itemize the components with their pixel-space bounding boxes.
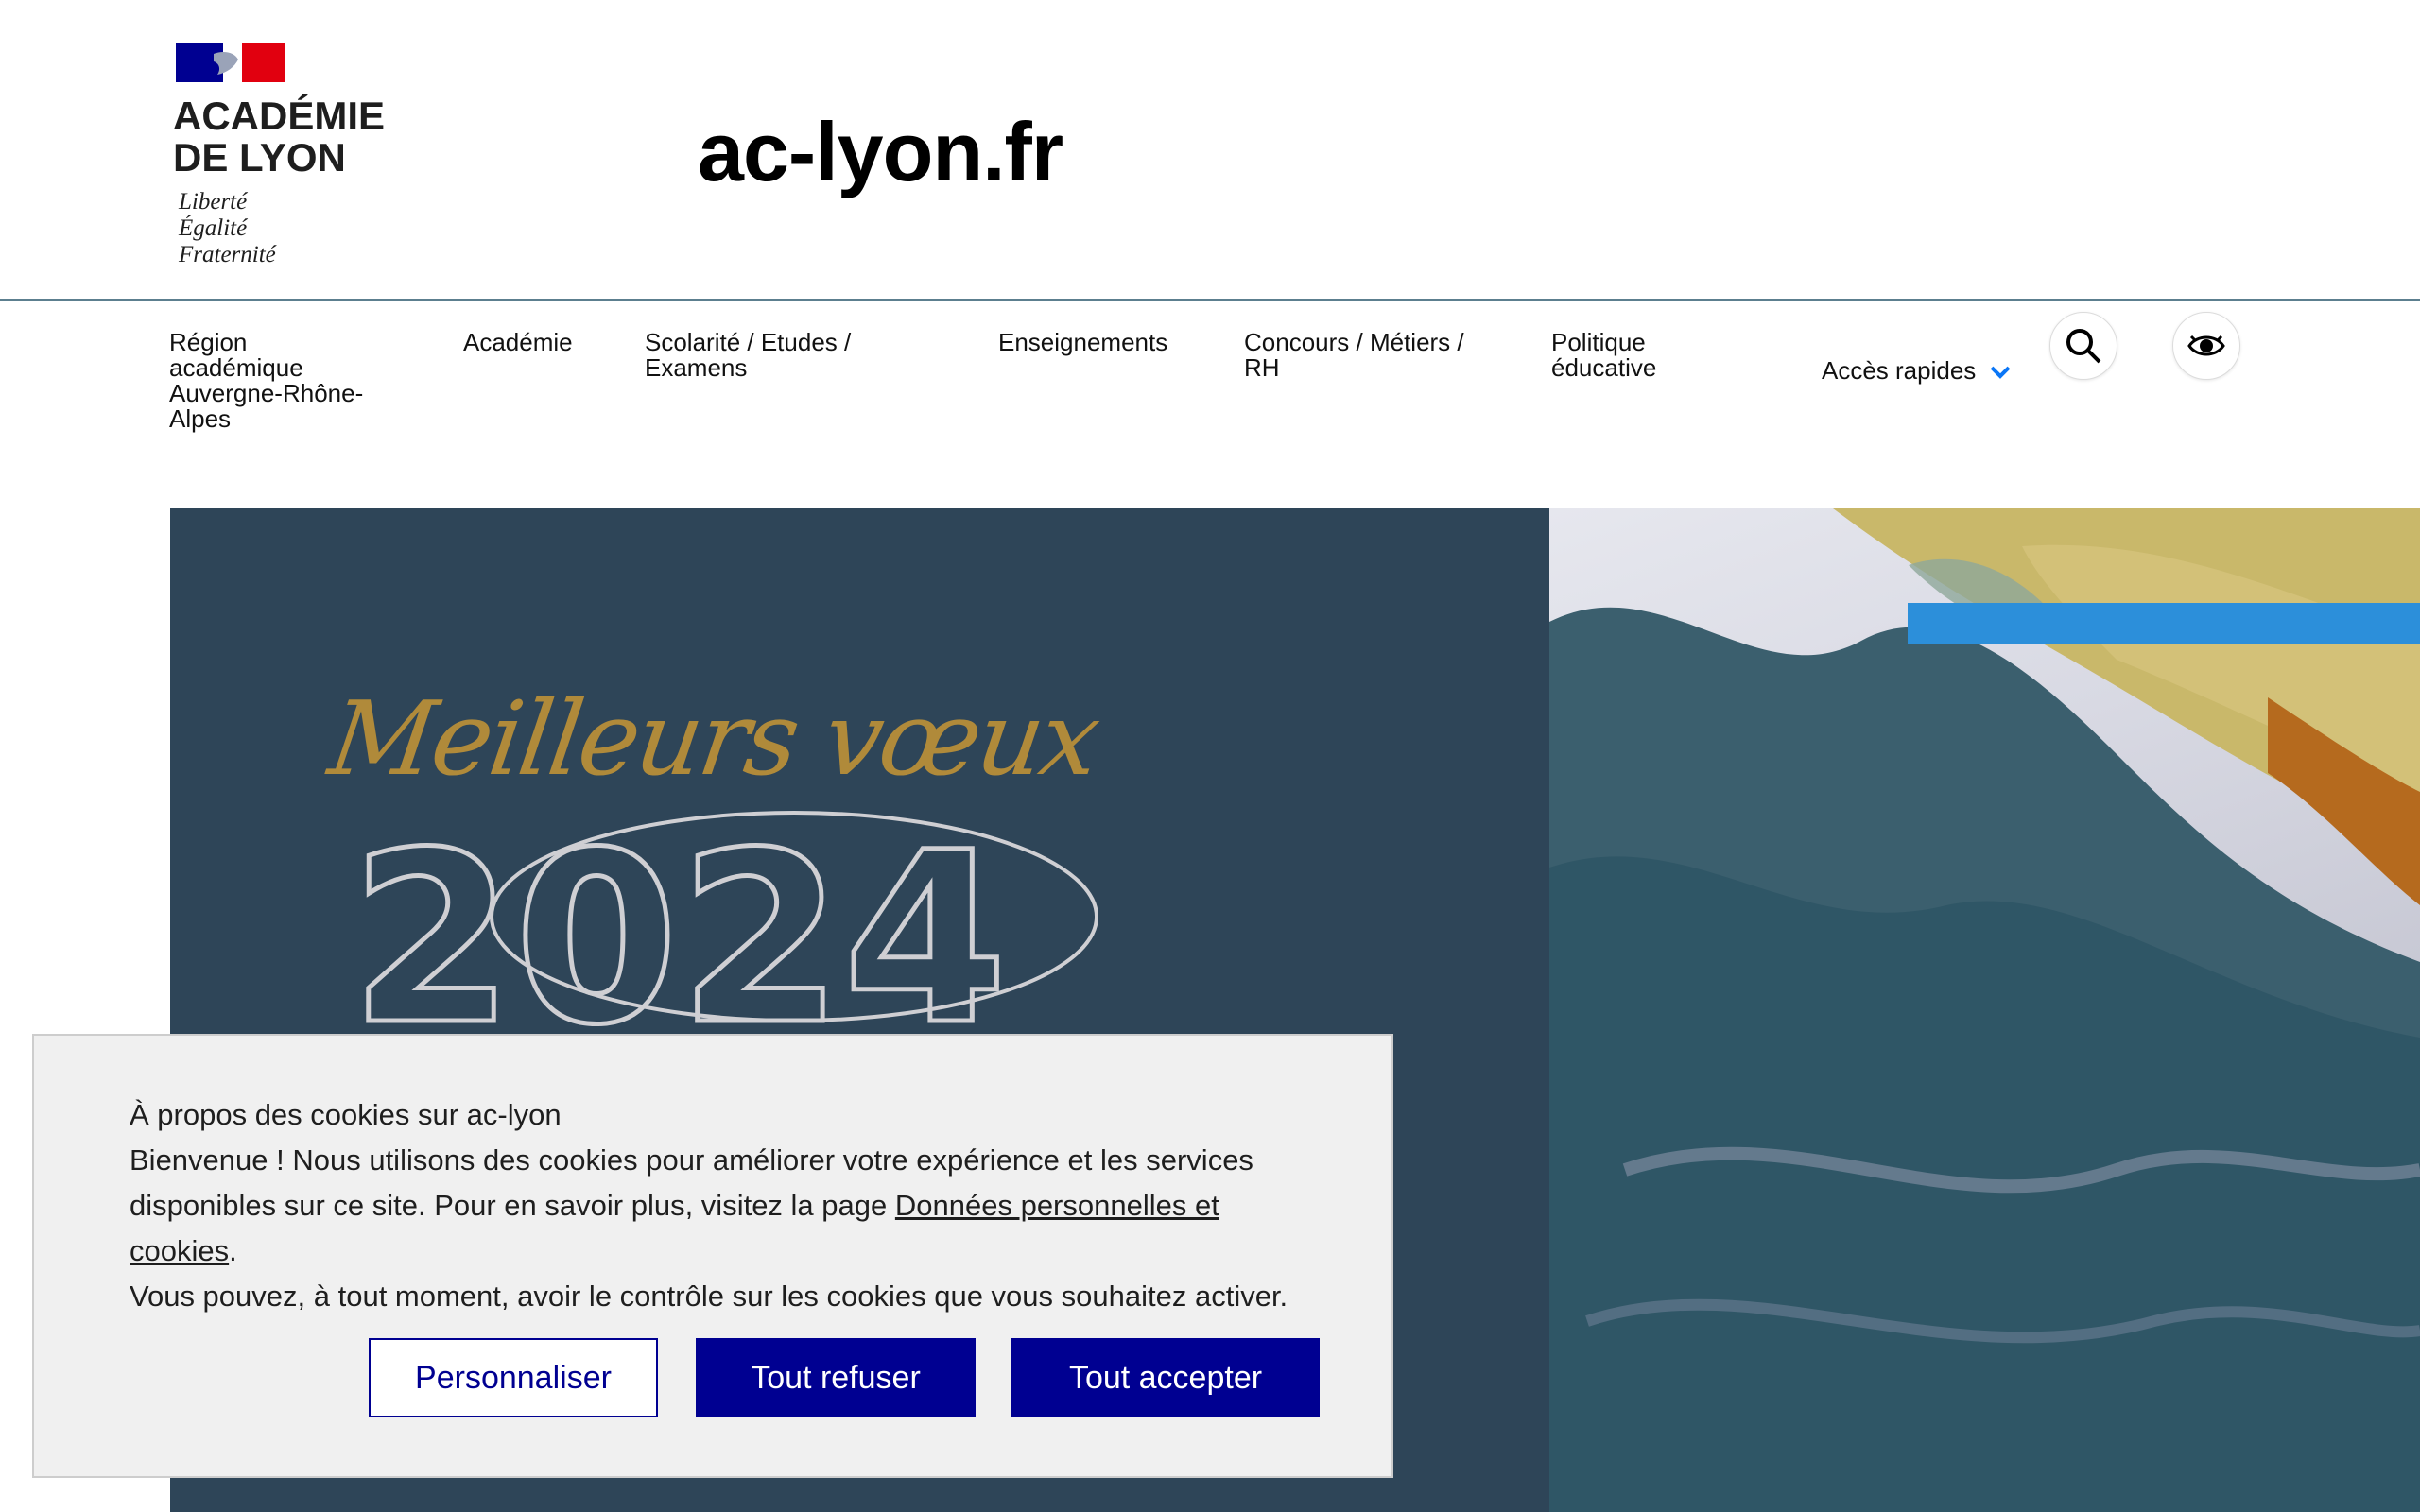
eye-icon bbox=[2187, 335, 2225, 356]
logo-text-line-2: DE LYON bbox=[173, 135, 346, 180]
cookie-consent-banner: À propos des cookies sur ac-lyon Bienven… bbox=[32, 1034, 1393, 1478]
customize-cookies-button[interactable]: Personnaliser bbox=[369, 1338, 658, 1418]
nav-item-academie[interactable]: Académie bbox=[463, 330, 573, 355]
cookie-banner-control-text: Vous pouvez, à tout moment, avoir le con… bbox=[130, 1280, 1288, 1313]
accessibility-button[interactable] bbox=[2172, 312, 2240, 380]
academie-logo[interactable]: ACADÉMIE DE LYON Liberté Égalité Fratern… bbox=[173, 43, 403, 269]
nav-item-concours[interactable]: Concours / Métiers / RH bbox=[1244, 330, 1499, 381]
quick-access-dropdown[interactable]: Accès rapides bbox=[1822, 358, 2012, 384]
nav-item-scolarite[interactable]: Scolarité / Etudes / Examens bbox=[645, 330, 909, 381]
nav-item-region[interactable]: Région académique Auvergne-Rhône-Alpes bbox=[169, 330, 387, 432]
nav-item-politique[interactable]: Politique éducative bbox=[1551, 330, 1712, 381]
hero-year-graphic: 2024 bbox=[350, 803, 1098, 1049]
refuse-all-cookies-button[interactable]: Tout refuser bbox=[696, 1338, 976, 1418]
hero-painting-image[interactable] bbox=[1549, 508, 2420, 1512]
site-title[interactable]: ac-lyon.fr bbox=[698, 104, 1063, 200]
chevron-down-icon bbox=[1990, 366, 2010, 379]
site-header: ACADÉMIE DE LYON Liberté Égalité Fratern… bbox=[0, 0, 2420, 301]
quick-access-label: Accès rapides bbox=[1822, 356, 1977, 385]
hero-year: 2024 bbox=[350, 803, 1008, 1049]
marianne-flag-icon bbox=[176, 43, 285, 82]
motto-fraternite: Fraternité bbox=[179, 242, 276, 267]
search-icon bbox=[2066, 329, 2101, 364]
hero-accent-bar bbox=[1908, 603, 2420, 644]
logo-text-line-1: ACADÉMIE bbox=[173, 94, 386, 138]
hero-greeting: Meilleurs vœux bbox=[322, 680, 1105, 799]
accept-all-cookies-button[interactable]: Tout accepter bbox=[1011, 1338, 1320, 1418]
nav-item-enseignements[interactable]: Enseignements bbox=[998, 330, 1167, 355]
cookie-banner-text: À propos des cookies sur ac-lyon Bienven… bbox=[130, 1092, 1321, 1319]
cookie-banner-title: À propos des cookies sur ac-lyon bbox=[130, 1098, 562, 1131]
search-button[interactable] bbox=[2049, 312, 2118, 380]
cookie-banner-body: Bienvenue ! Nous utilisons des cookies p… bbox=[130, 1143, 1253, 1267]
